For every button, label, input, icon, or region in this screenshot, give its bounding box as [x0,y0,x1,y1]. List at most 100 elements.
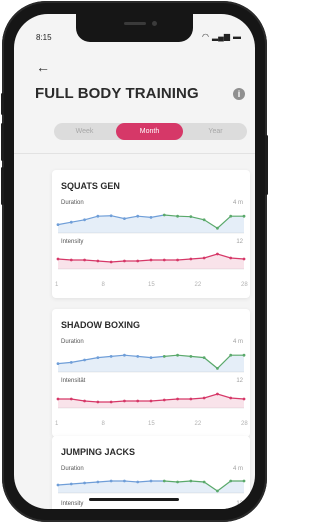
chart-point [242,257,246,261]
duration-chart [56,479,246,494]
chart-point [83,358,86,362]
chart-point [202,256,206,260]
chart-point [69,258,73,262]
chart-point [136,214,140,218]
tab-year[interactable]: Year [184,123,247,140]
chart-point [216,489,219,493]
speaker-grille [124,22,146,25]
chart-point [109,260,113,264]
chart-point [162,258,166,262]
chart-point [123,259,126,263]
chart-point [96,259,100,263]
chart-point [69,397,73,401]
chart-point [202,480,206,484]
section-divider [14,153,255,154]
intensity-chart [56,252,246,270]
x-tick-label: 28 [241,421,248,427]
chart-point [109,400,113,404]
duration-chart [56,353,246,373]
chart-point [149,258,153,262]
chart-point [56,483,60,487]
chart-point [162,398,166,402]
chart-point [229,353,233,357]
x-tick-label: 28 [241,282,248,288]
chart-point [149,356,153,359]
period-switcher: Week Month Year [54,123,247,140]
phone-frame: 8:15 ◠ ▂▄▆ ▬ ← FULL BODY TRAINING i Week… [1,1,268,522]
chart-point [136,480,140,484]
x-tick-label: 15 [148,282,155,288]
exercise-title: SHADOW BOXING [61,320,141,330]
notch [76,14,193,42]
chart-point [123,399,126,403]
chart-point [189,355,193,358]
chart-point [136,259,140,263]
chart-point [189,397,193,401]
chart-point [83,481,86,485]
chart-point [109,479,113,483]
status-time: 8:15 [36,33,52,42]
exercise-title: JUMPING JACKS [61,447,136,457]
chart-point [216,252,219,256]
page-title: FULL BODY TRAINING [35,85,199,102]
chart-point [136,399,140,403]
x-tick-label: 22 [194,421,202,427]
volume-up-button [1,123,4,161]
chart-point [242,397,246,401]
chart-point [109,214,113,218]
wifi-icon: ◠ [202,32,210,41]
exercise-card-squats[interactable]: SQUATS GEN Duration 4 m Intensity 12 181… [52,170,250,298]
exercise-card-shadow-boxing[interactable]: SHADOW BOXING Duration 4 m Intensität 12… [52,309,250,437]
front-camera [152,21,157,26]
power-button [265,135,268,195]
chart-point [83,218,86,222]
chart-point [96,400,100,404]
x-tick-label: 1 [55,421,59,427]
chart-point [162,213,166,217]
chart-point [242,353,246,357]
chart-point [176,480,179,484]
tab-month[interactable]: Month [116,123,183,140]
chart-point [176,353,179,357]
signal-icon: ▂▄▆ [212,32,230,41]
chart-point [176,214,179,218]
intensity-chart [56,392,246,409]
chart-point [83,399,86,403]
chart-point [123,479,126,483]
chart-point [109,355,113,358]
chart-point [162,479,166,483]
chart-area [58,254,244,269]
intensity-label: Intensity [61,239,84,245]
mute-switch [1,93,4,115]
x-tick-label: 15 [148,421,155,427]
home-indicator[interactable] [89,498,179,501]
chart-point [162,355,166,358]
x-tick-label: 8 [101,282,105,288]
info-icon[interactable]: i [233,88,245,100]
battery-icon: ▬ [233,32,241,41]
chart-point [96,356,100,359]
chart-point [202,396,206,400]
chart-point [83,258,86,262]
chart-point [189,479,193,483]
chart-point [56,223,60,226]
chart-point [123,217,126,220]
chart-point [229,396,233,400]
chart-point [176,397,179,401]
chart-point [202,356,206,359]
chart-point [216,392,219,396]
chart-point [56,362,60,365]
back-arrow-icon[interactable]: ← [36,60,50,74]
chart-point [69,361,73,364]
chart-point [189,215,193,219]
chart-point [229,256,233,260]
chart-point [136,355,140,358]
tab-week[interactable]: Week [54,123,115,140]
chart-point [96,480,100,484]
chart-point [242,479,246,483]
chart-point [56,257,60,261]
chart-point [123,353,126,357]
duration-chart [56,213,246,234]
chart-point [216,367,219,370]
status-icons: ◠ ▂▄▆ ▬ [202,32,241,41]
